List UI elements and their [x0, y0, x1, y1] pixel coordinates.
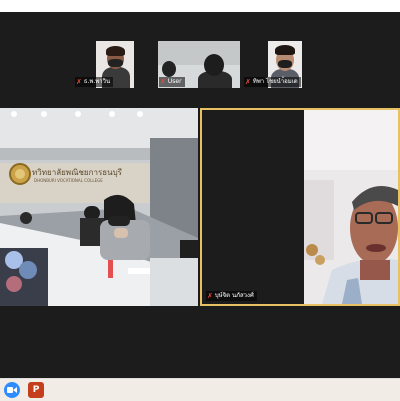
meeting-room-video-tile[interactable]: ทวิทยาลัยพณิชยการธนบุรี DHONBURI VOCATIO… — [0, 108, 198, 306]
windows-taskbar: P — [0, 378, 400, 401]
participant-name-tag: ✗ ธ.พ.พาวิน — [75, 77, 114, 87]
mic-off-icon: ✗ — [207, 292, 213, 300]
speaker-name: บุษ์จิต นภัสวงศ์ — [214, 292, 254, 299]
active-speaker-video — [202, 110, 398, 304]
video-camera-icon — [7, 387, 17, 393]
active-speaker-tile[interactable]: ✗ บุษ์จิต นภัสวงศ์ — [200, 108, 400, 306]
powerpoint-app-icon[interactable]: P — [28, 382, 44, 398]
participant-name: ธ.พ.พาวิน — [83, 78, 111, 85]
participant-name: ทิพา ไชยนำ้อมเด — [252, 78, 298, 85]
room-sign-subtext: DHONBURI VOCATIONAL COLLEGE — [34, 178, 103, 183]
speaker-name-tag: ✗ บุษ์จิต นภัสวงศ์ — [206, 291, 257, 301]
participant-name-tag: ✗ ทิพา ไชยนำ้อมเด — [244, 77, 301, 87]
meeting-room-video — [0, 108, 198, 306]
mic-off-icon: ✗ — [245, 78, 251, 86]
mic-off-icon: ✗ — [160, 78, 166, 86]
top-bar — [0, 0, 400, 12]
participant-name-tag: ✗ User — [159, 77, 185, 87]
mic-off-icon: ✗ — [76, 78, 82, 86]
participant-name: User — [167, 78, 182, 85]
powerpoint-letter: P — [32, 385, 40, 395]
zoom-app-icon[interactable] — [4, 382, 20, 398]
